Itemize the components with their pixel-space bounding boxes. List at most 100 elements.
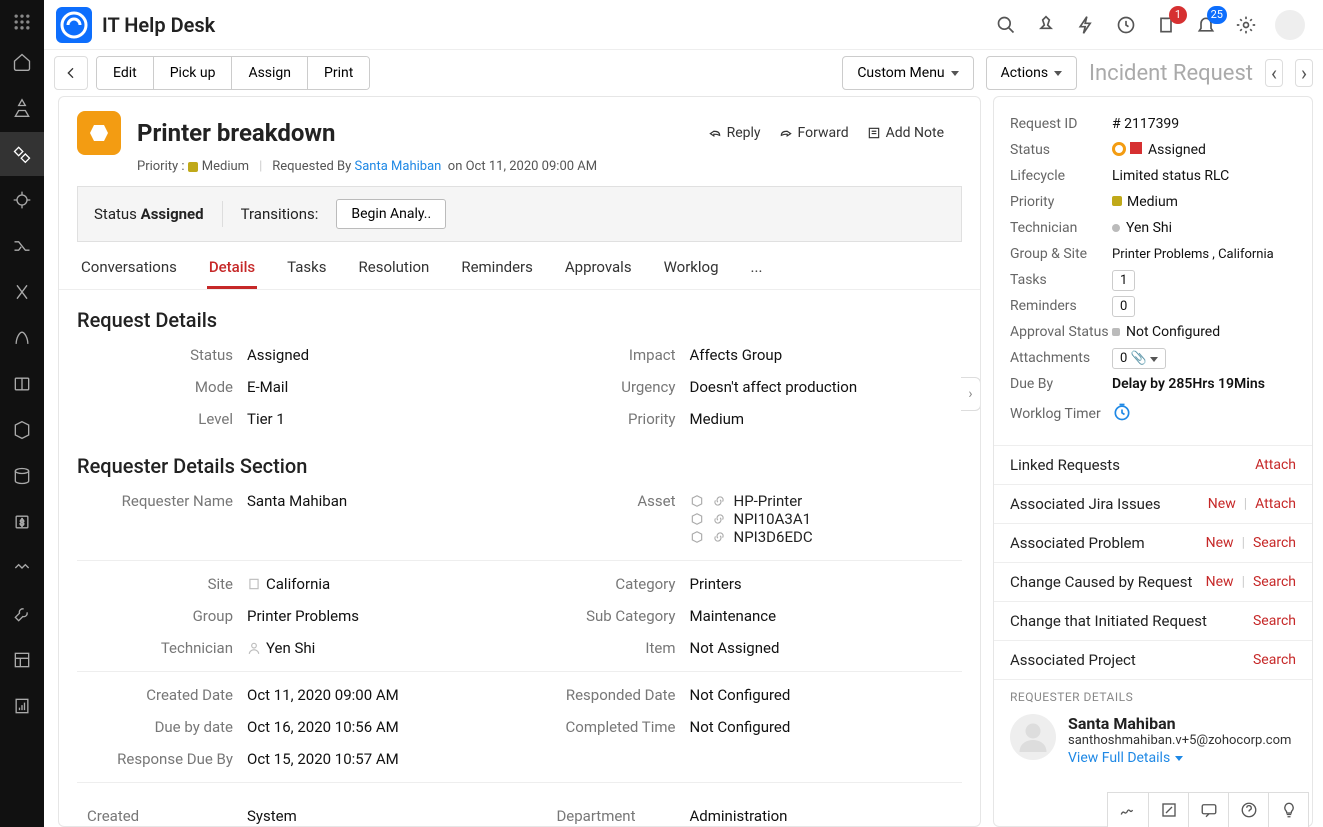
timer-icon[interactable] [1112,402,1132,422]
view-full-details-link[interactable]: View Full Details [1068,750,1291,766]
reply-button[interactable]: Reply [708,125,761,141]
attach-link[interactable]: Attach [1255,496,1296,512]
ticket-tabs: Conversations Details Tasks Resolution R… [59,242,980,290]
nav-rocket-icon[interactable] [0,316,44,360]
requester-email: santhoshmahiban.v+5@zohocorp.com [1068,733,1291,748]
back-button[interactable] [54,56,88,90]
bolt-icon[interactable] [1075,14,1097,36]
request-details-header: Request Details [77,308,962,332]
nav-home-icon[interactable] [0,40,44,84]
requester-section-header: Requester Details Section [77,454,962,478]
float-chat-icon[interactable] [1188,793,1228,827]
pin-icon[interactable] [1035,14,1057,36]
requester-details-header: REQUESTER DETAILS [994,679,1312,710]
field-requester-name: Requester NameSanta Mahiban [77,492,520,546]
page-type-title: Incident Request [1089,61,1253,86]
brand-logo-icon [56,7,92,43]
app-title: IT Help Desk [102,13,215,37]
side-panel: Request ID# 2117399 StatusAssigned Lifec… [993,96,1313,827]
svg-text:$: $ [20,517,25,528]
sp-tasks: Tasks1 [1010,267,1296,293]
user-avatar[interactable] [1275,10,1305,40]
asset-row: NPI10A3A1 [690,510,813,528]
new-link[interactable]: New [1206,535,1234,551]
edit-button[interactable]: Edit [97,57,154,89]
requester-link[interactable]: Santa Mahiban [355,159,442,174]
search-link[interactable]: Search [1253,535,1296,551]
search-link[interactable]: Search [1253,613,1296,629]
nav-icon-2[interactable] [0,86,44,130]
field-urgency: UrgencyDoesn't affect production [520,378,963,396]
float-help-icon[interactable] [1228,793,1268,827]
chevron-down-icon [951,71,959,76]
nav-shuffle-icon[interactable] [0,224,44,268]
nav-book-icon[interactable] [0,362,44,406]
history-icon[interactable] [1115,14,1137,36]
expand-sidepanel-handle[interactable]: › [961,377,981,411]
search-link[interactable]: Search [1253,574,1296,590]
next-ticket-button[interactable]: › [1295,59,1313,87]
field-level: LevelTier 1 [77,410,520,428]
field-created-date: Created DateOct 11, 2020 09:00 AM [77,686,520,704]
pickup-button[interactable]: Pick up [154,57,233,89]
nav-tickets-icon[interactable] [0,132,44,176]
nav-db-icon[interactable] [0,454,44,498]
print-button[interactable]: Print [308,57,369,89]
tab-tasks[interactable]: Tasks [285,252,328,289]
apps-grid-icon[interactable] [6,6,38,38]
requested-by-text: Requested By Santa Mahiban on Oct 11, 20… [272,159,597,174]
sp-priority: PriorityMedium [1010,189,1296,215]
begin-analysis-button[interactable]: Begin Analy.. [336,199,446,229]
sp-reminders: Reminders0 [1010,293,1296,319]
search-icon[interactable] [995,14,1017,36]
add-note-button[interactable]: Add Note [867,125,944,141]
clipboard-icon[interactable]: 1 [1155,14,1177,36]
status-value: Assigned [141,205,204,223]
settings-icon[interactable] [1235,14,1257,36]
flag-icon [1130,142,1142,154]
field-status: StatusAssigned [77,346,520,364]
bell-icon[interactable]: 25 [1195,14,1217,36]
tab-worklog[interactable]: Worklog [662,252,721,289]
attach-link[interactable]: Attach [1255,457,1296,473]
tab-approvals[interactable]: Approvals [563,252,634,289]
field-category: CategoryPrinters [520,575,963,593]
nav-wrench-icon[interactable] [0,592,44,636]
field-completed-time: Completed TimeNot Configured [520,718,963,736]
problem-row: Associated ProblemNew|Search [994,523,1312,562]
forward-button[interactable]: Forward [779,125,849,141]
field-department: DepartmentAdministration [520,807,963,826]
float-bulb-icon[interactable] [1268,793,1308,827]
action-toolbar: Edit Pick up Assign Print Custom Menu Ac… [44,50,1323,96]
left-nav-sidebar: $ [0,0,44,827]
tab-details[interactable]: Details [207,252,257,289]
float-sign-icon[interactable] [1108,793,1148,827]
assign-button[interactable]: Assign [232,57,308,89]
project-row: Associated ProjectSearch [994,640,1312,679]
tab-more[interactable]: ... [749,252,765,289]
clipboard-badge: 1 [1169,6,1187,24]
prev-ticket-button[interactable]: ‹ [1265,59,1283,87]
new-link[interactable]: New [1208,496,1236,512]
nav-cube-icon[interactable] [0,408,44,452]
tab-conversations[interactable]: Conversations [79,252,179,289]
nav-tools-icon[interactable] [0,270,44,314]
nav-handshake-icon[interactable] [0,546,44,590]
nav-report-icon[interactable] [0,684,44,728]
search-link[interactable]: Search [1253,652,1296,668]
sp-status: StatusAssigned [1010,137,1296,163]
new-link[interactable]: New [1206,574,1234,590]
tab-resolution[interactable]: Resolution [357,252,432,289]
requester-name: Santa Mahiban [1068,714,1291,733]
float-edit-icon[interactable] [1148,793,1188,827]
custom-menu-button[interactable]: Custom Menu [842,56,973,90]
asset-row: NPI3D6EDC [690,528,813,546]
change-initiated-row: Change that Initiated RequestSearch [994,601,1312,640]
nav-dollar-icon[interactable]: $ [0,500,44,544]
field-group: GroupPrinter Problems [77,607,520,625]
tab-reminders[interactable]: Reminders [459,252,535,289]
actions-button[interactable]: Actions [986,56,1077,90]
nav-layout-icon[interactable] [0,638,44,682]
nav-bug-icon[interactable] [0,178,44,222]
sp-approval-status: Approval StatusNot Configured [1010,319,1296,345]
